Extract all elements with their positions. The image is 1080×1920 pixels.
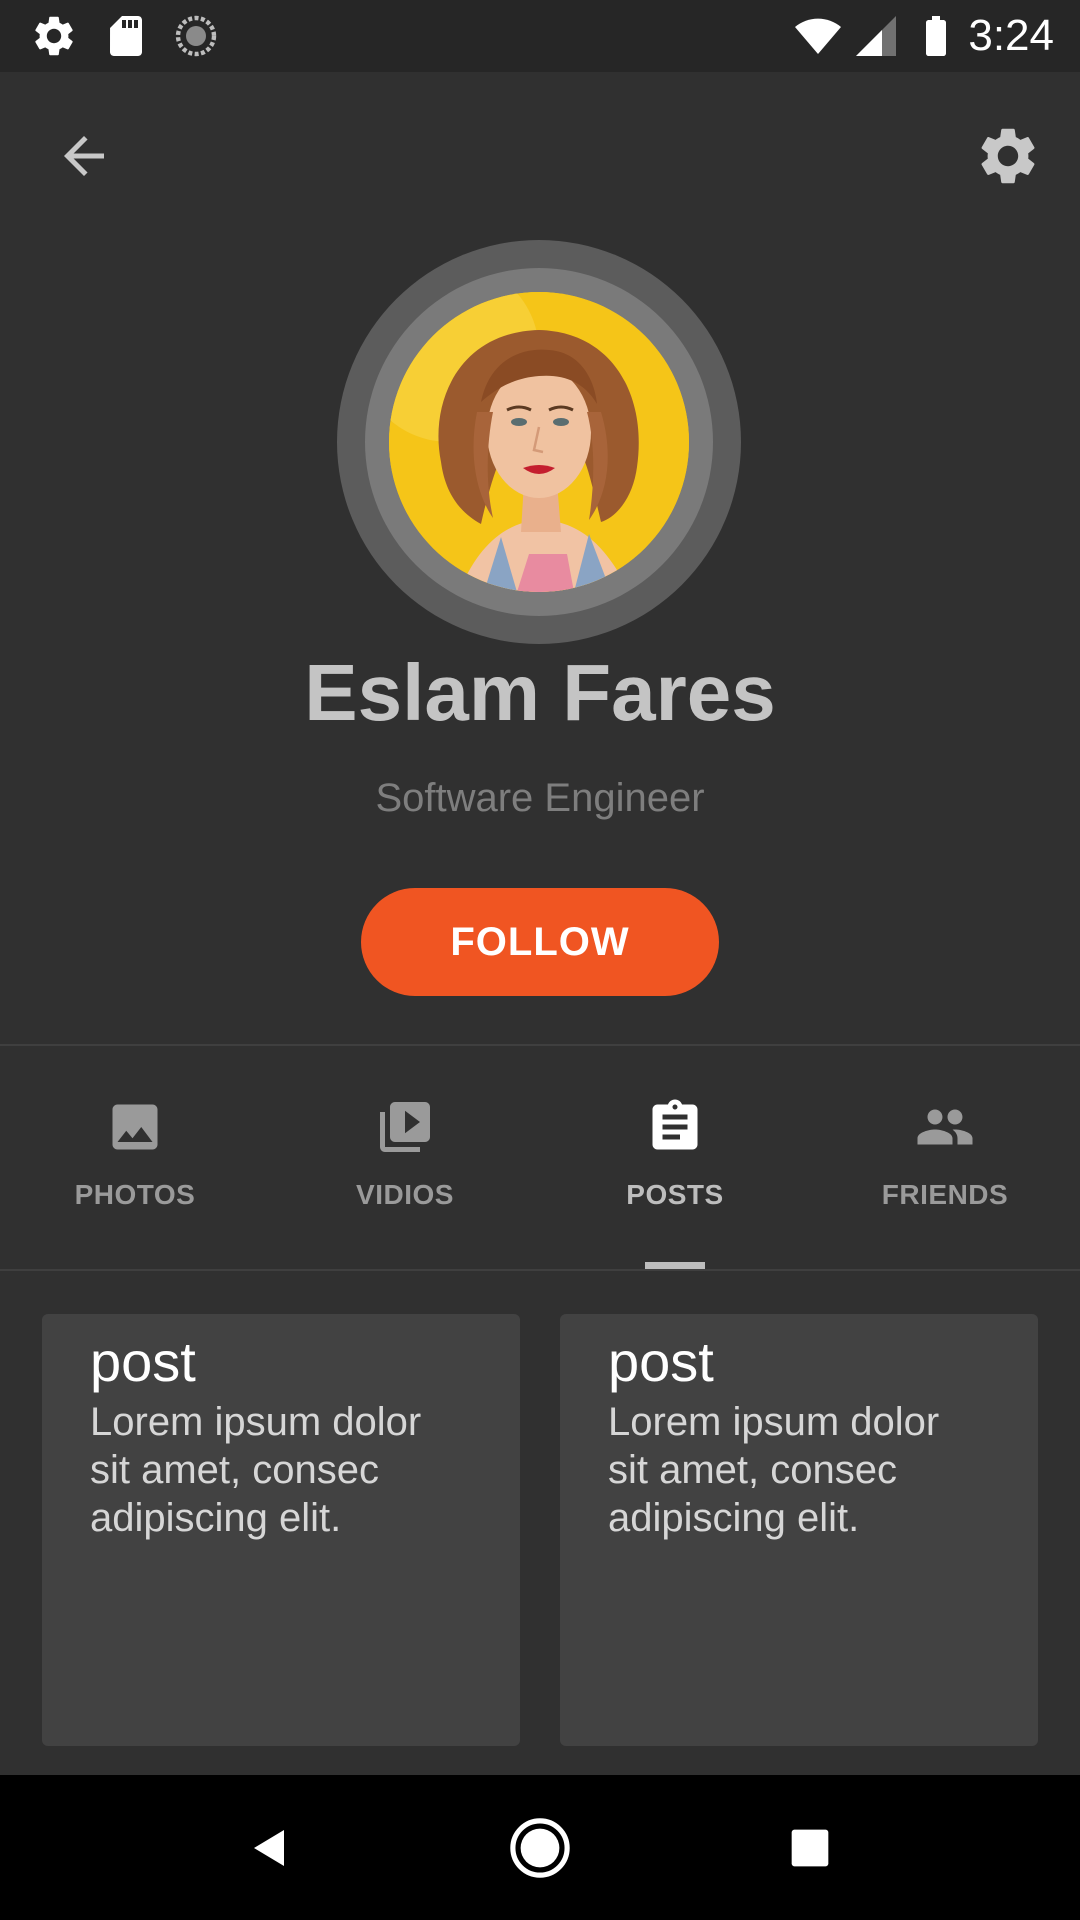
image-icon xyxy=(112,1104,158,1150)
nav-home-button[interactable] xyxy=(495,1803,585,1893)
sd-card-icon xyxy=(110,16,142,56)
tab-label: PHOTOS xyxy=(74,1179,196,1210)
tab-label: VIDIOS xyxy=(356,1179,454,1210)
tab-friends[interactable]: FRIENDS xyxy=(810,1047,1080,1269)
avatar-photo xyxy=(389,292,689,592)
post-title: post xyxy=(90,1330,196,1393)
arrow-left-icon xyxy=(64,136,104,176)
post-card[interactable]: post Lorem ipsum dolor sit amet, consec … xyxy=(42,1314,520,1746)
tab-posts[interactable]: POSTS xyxy=(540,1047,810,1269)
avatar-ring xyxy=(365,268,713,616)
tab-bar: PHOTOS VIDIOS POSTS FRIENDS xyxy=(0,1047,1080,1269)
home-circle-icon xyxy=(510,1818,570,1878)
profile-screen: 3:24 Eslam Fares Software Engineer FOLLO… xyxy=(0,0,1080,1920)
post-body: Lorem ipsum dolor sit amet, consec adipi… xyxy=(608,1400,940,1540)
profile-role: Software Engineer xyxy=(375,776,705,820)
post-title: post xyxy=(608,1330,714,1393)
profile-portrait xyxy=(389,292,689,592)
tab-label: POSTS xyxy=(626,1179,724,1210)
divider-top xyxy=(0,1044,1080,1046)
follow-button[interactable]: FOLLOW xyxy=(361,888,719,996)
nav-recents-button[interactable] xyxy=(765,1803,855,1893)
divider-bottom xyxy=(0,1269,1080,1271)
tab-videos[interactable]: VIDIOS xyxy=(270,1047,540,1269)
gear-icon xyxy=(35,16,73,56)
wifi-icon xyxy=(795,18,841,55)
system-nav-bar xyxy=(0,1775,1080,1920)
avatar[interactable] xyxy=(337,240,741,644)
recents-square-icon xyxy=(791,1829,829,1867)
back-triangle-icon xyxy=(254,1830,284,1866)
people-icon xyxy=(917,1109,973,1145)
settings-button[interactable] xyxy=(970,118,1046,194)
battery-icon xyxy=(926,16,946,56)
video-library-icon xyxy=(380,1102,430,1152)
status-time: 3:24 xyxy=(968,11,1054,60)
gear-icon xyxy=(981,128,1035,184)
profile-name: Eslam Fares xyxy=(304,648,776,737)
tab-photos[interactable]: PHOTOS xyxy=(0,1047,270,1269)
sync-icon xyxy=(175,15,217,57)
tab-indicator xyxy=(645,1262,705,1269)
signal-icon xyxy=(856,16,896,56)
clipboard-icon xyxy=(652,1099,698,1150)
nav-back-button[interactable] xyxy=(225,1803,315,1893)
status-bar: 3:24 xyxy=(0,0,1080,72)
back-button[interactable] xyxy=(46,118,122,194)
tab-label: FRIENDS xyxy=(881,1179,1009,1210)
post-body: Lorem ipsum dolor sit amet, consec adipi… xyxy=(90,1400,422,1540)
post-card[interactable]: post Lorem ipsum dolor sit amet, consec … xyxy=(560,1314,1038,1746)
